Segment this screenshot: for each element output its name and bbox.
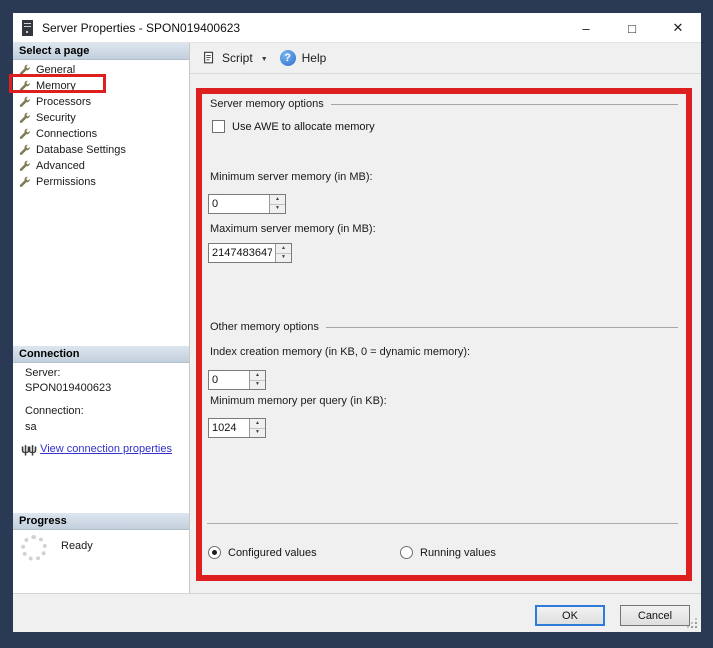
- values-separator-line: [207, 523, 678, 524]
- running-values-option[interactable]: Running values: [400, 546, 496, 559]
- view-connection-properties-link[interactable]: View connection properties: [40, 443, 172, 455]
- script-dropdown-icon[interactable]: ▼: [261, 56, 268, 63]
- sidebar-item-label: Database Settings: [36, 144, 126, 156]
- script-icon: [204, 51, 214, 64]
- sidebar-item-connections[interactable]: Connections: [19, 126, 179, 142]
- sidebar-item-memory[interactable]: Memory: [19, 78, 179, 94]
- server-app-icon: [22, 19, 33, 36]
- minimize-icon[interactable]: –: [563, 13, 609, 43]
- footer-bar: OK Cancel: [13, 593, 701, 632]
- sidebar-item-advanced[interactable]: Advanced: [19, 158, 179, 174]
- min-server-memory-input[interactable]: ▲ ▼: [208, 194, 286, 214]
- sidebar-item-permissions[interactable]: Permissions: [19, 174, 179, 190]
- index-creation-memory-input[interactable]: ▲ ▼: [208, 370, 266, 390]
- maximize-icon[interactable]: □: [609, 13, 655, 43]
- memory-page-content: Server memory options Use AWE to allocat…: [190, 74, 701, 593]
- min-memory-per-query-input[interactable]: ▲ ▼: [208, 418, 266, 438]
- max-server-memory-input[interactable]: ▲ ▼: [208, 243, 292, 263]
- spin-down-icon[interactable]: ▼: [250, 380, 265, 389]
- progress-spinner-icon: [21, 535, 47, 561]
- other-memory-options-title: Other memory options: [210, 321, 319, 333]
- server-memory-options-group: Server memory options: [210, 98, 678, 110]
- connection-plug-icon: ψψ: [21, 442, 37, 456]
- index-creation-memory-label: Index creation memory (in KB, 0 = dynami…: [210, 346, 471, 358]
- sidebar: Select a page General Memory Processors …: [13, 43, 190, 593]
- min-server-memory-label: Minimum server memory (in MB):: [210, 171, 373, 183]
- configured-values-label: Configured values: [228, 546, 317, 559]
- spin-up-icon[interactable]: ▲: [250, 419, 265, 429]
- wrench-icon: [19, 144, 31, 155]
- title-bar: Server Properties - SPON019400623 – □ ✕: [13, 13, 701, 43]
- wrench-icon: [19, 128, 31, 139]
- help-icon: ?: [279, 50, 296, 66]
- use-awe-row[interactable]: Use AWE to allocate memory: [212, 120, 375, 133]
- min-memory-per-query-label: Minimum memory per query (in KB):: [210, 395, 387, 407]
- sidebar-item-label: General: [36, 64, 76, 76]
- configured-values-option[interactable]: Configured values: [208, 546, 317, 559]
- min-server-memory-field[interactable]: [209, 195, 269, 213]
- ok-button[interactable]: OK: [535, 605, 605, 626]
- progress-header: Progress: [13, 513, 189, 530]
- sidebar-item-label: Security: [36, 112, 76, 124]
- view-connection-properties[interactable]: ψψ View connection properties: [21, 442, 172, 456]
- help-button[interactable]: Help: [302, 51, 327, 65]
- select-a-page-header: Select a page: [13, 43, 189, 60]
- resize-grip-icon[interactable]: [687, 618, 697, 628]
- dialog-toolbar: Script ▼ ? Help: [190, 43, 701, 74]
- server-label: Server:: [25, 367, 61, 379]
- wrench-icon: [19, 64, 31, 75]
- spin-buttons: ▲ ▼: [269, 195, 285, 213]
- running-values-radio[interactable]: [400, 546, 413, 559]
- index-creation-memory-field[interactable]: [209, 371, 249, 389]
- spin-buttons: ▲ ▼: [249, 371, 265, 389]
- wrench-icon: [19, 176, 31, 187]
- cancel-button[interactable]: Cancel: [620, 605, 690, 626]
- script-button[interactable]: Script: [222, 51, 253, 65]
- wrench-icon: [19, 96, 31, 107]
- sidebar-item-database-settings[interactable]: Database Settings: [19, 142, 179, 158]
- spin-up-icon[interactable]: ▲: [276, 244, 291, 254]
- close-icon[interactable]: ✕: [655, 13, 701, 43]
- connection-value: sa: [25, 421, 37, 433]
- max-server-memory-field[interactable]: [209, 244, 275, 262]
- spin-buttons: ▲ ▼: [249, 419, 265, 437]
- other-memory-options-group: Other memory options: [210, 321, 678, 333]
- server-properties-window: Server Properties - SPON019400623 – □ ✕ …: [9, 13, 701, 632]
- spin-down-icon[interactable]: ▼: [276, 253, 291, 262]
- running-values-label: Running values: [420, 546, 496, 559]
- spin-up-icon[interactable]: ▲: [270, 195, 285, 205]
- configured-values-radio[interactable]: [208, 546, 221, 559]
- sidebar-item-label: Memory: [36, 80, 76, 92]
- spin-up-icon[interactable]: ▲: [250, 371, 265, 381]
- server-memory-options-title: Server memory options: [210, 98, 324, 110]
- spin-down-icon[interactable]: ▼: [270, 204, 285, 213]
- wrench-icon: [19, 112, 31, 123]
- sidebar-item-label: Advanced: [36, 160, 85, 172]
- connection-label: Connection:: [25, 405, 84, 417]
- window-controls: – □ ✕: [563, 13, 701, 43]
- group-divider-line: [330, 103, 678, 105]
- min-memory-per-query-field[interactable]: [209, 419, 249, 437]
- annotation-content-box: [196, 88, 692, 581]
- connection-header: Connection: [13, 346, 189, 363]
- sidebar-item-label: Connections: [36, 128, 98, 140]
- use-awe-label: Use AWE to allocate memory: [232, 120, 375, 133]
- sidebar-item-general[interactable]: General: [19, 62, 179, 78]
- spin-buttons: ▲ ▼: [275, 244, 291, 262]
- spin-down-icon[interactable]: ▼: [250, 428, 265, 437]
- group-divider-line: [325, 326, 678, 328]
- sidebar-item-processors[interactable]: Processors: [19, 94, 179, 110]
- window-title: Server Properties - SPON019400623: [42, 20, 241, 35]
- wrench-icon: [19, 80, 31, 91]
- progress-status: Ready: [61, 540, 93, 552]
- sidebar-item-security[interactable]: Security: [19, 110, 179, 126]
- use-awe-checkbox[interactable]: [212, 120, 225, 133]
- wrench-icon: [19, 160, 31, 171]
- max-server-memory-label: Maximum server memory (in MB):: [210, 223, 376, 235]
- sidebar-item-label: Permissions: [36, 176, 96, 188]
- sidebar-item-label: Processors: [36, 96, 92, 108]
- server-value: SPON019400623: [25, 382, 112, 394]
